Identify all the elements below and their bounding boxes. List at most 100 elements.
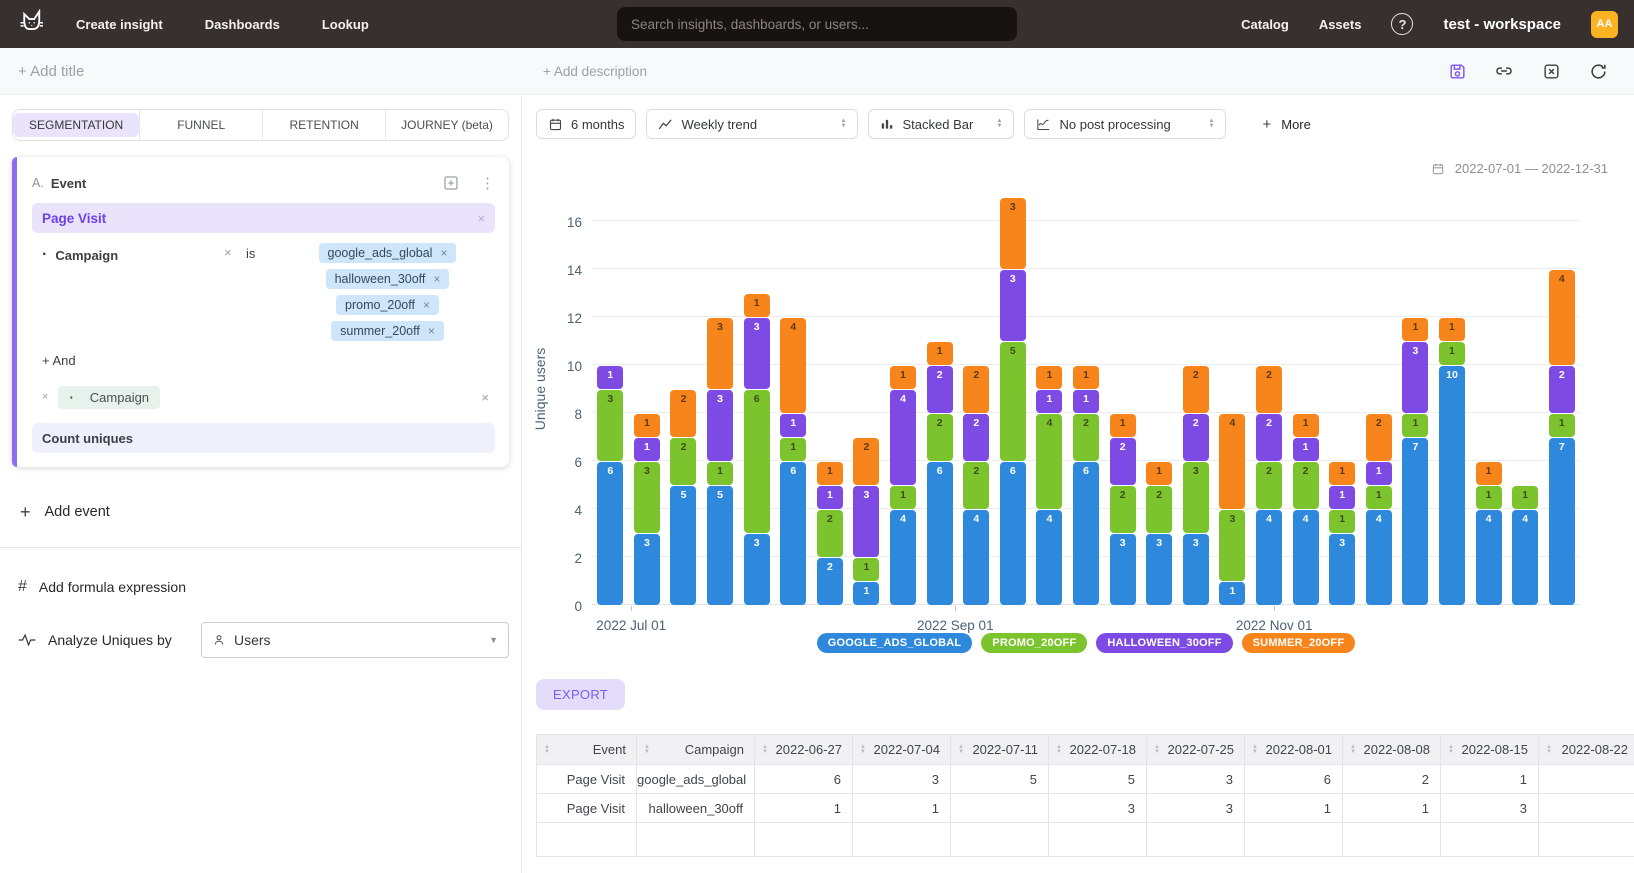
bar-segment-summer_20off: 1: [1329, 462, 1355, 485]
add-filter-icon[interactable]: [442, 174, 460, 192]
nav-dashboards[interactable]: Dashboards: [205, 17, 280, 32]
sort-icon[interactable]: [544, 745, 550, 755]
remove-event-icon[interactable]: [477, 212, 485, 225]
tab-retention[interactable]: RETENTION: [262, 110, 385, 140]
breakdown-chip[interactable]: Campaign: [58, 386, 160, 409]
column-header-2022-07-18[interactable]: 2022-07-18: [1049, 735, 1147, 765]
column-header-Campaign[interactable]: Campaign: [637, 735, 755, 765]
tab-segmentation[interactable]: SEGMENTATION: [13, 110, 139, 140]
add-description-field[interactable]: + Add description: [543, 64, 647, 79]
tab-journey[interactable]: JOURNEY (beta): [385, 110, 508, 140]
save-icon[interactable]: [1447, 61, 1467, 81]
bar-value-label: 6: [754, 392, 760, 533]
workspace-name[interactable]: test - workspace: [1443, 16, 1561, 33]
cat-logo-icon[interactable]: [16, 7, 50, 41]
avatar[interactable]: AA: [1591, 11, 1618, 38]
help-icon[interactable]: ?: [1391, 13, 1413, 35]
remove-filter-icon[interactable]: [224, 243, 246, 259]
legend-halloween-30off[interactable]: HALLOWEEN_30OFF: [1096, 633, 1232, 653]
filter-value-chip[interactable]: summer_20off: [331, 321, 444, 341]
tab-funnel[interactable]: FUNNEL: [139, 110, 262, 140]
sort-icon[interactable]: [1056, 745, 1062, 755]
remove-value-icon[interactable]: [428, 325, 435, 337]
filter-operator[interactable]: is: [246, 243, 280, 261]
column-header-2022-08-01[interactable]: 2022-08-01: [1245, 735, 1343, 765]
bar-value-label: 2: [1266, 368, 1272, 413]
bar-value-label: 4: [1047, 512, 1053, 605]
date-range-button[interactable]: 6 months: [536, 109, 636, 139]
chart-type-select[interactable]: Stacked Bar: [868, 109, 1014, 139]
column-header-2022-08-15[interactable]: 2022-08-15: [1441, 735, 1539, 765]
legend-google-ads-global[interactable]: GOOGLE_ADS_GLOBAL: [817, 633, 973, 653]
column-header-2022-07-11[interactable]: 2022-07-11: [951, 735, 1049, 765]
remove-value-icon[interactable]: [423, 299, 430, 311]
copy-link-icon[interactable]: [1494, 61, 1514, 81]
export-button[interactable]: EXPORT: [536, 679, 625, 710]
bar-value-label: 1: [1559, 416, 1565, 437]
add-formula-button[interactable]: Add formula expression: [12, 578, 509, 596]
sort-icon[interactable]: [644, 745, 650, 755]
filter-value-chip[interactable]: halloween_30off: [326, 269, 450, 289]
bar-segment-promo_20off: 1: [1329, 510, 1355, 533]
column-header-inner: 2022-07-25: [1154, 742, 1234, 757]
sort-icon[interactable]: [1252, 745, 1258, 755]
column-header-Event[interactable]: Event: [537, 735, 637, 765]
bar-segment-summer_20off: 2: [670, 390, 696, 437]
sort-icon[interactable]: [762, 745, 768, 755]
legend-summer-20off[interactable]: SUMMER_20OFF: [1242, 633, 1356, 653]
aggregation-row[interactable]: Count uniques: [32, 423, 495, 453]
table-cell: 3: [853, 765, 951, 794]
bar-value-label: 1: [900, 488, 906, 509]
bar-2022-08-15: 1132: [848, 173, 885, 605]
nav-lookup[interactable]: Lookup: [322, 17, 369, 32]
add-title-field[interactable]: + Add title: [18, 63, 84, 80]
add-event-button[interactable]: Add event: [12, 503, 509, 521]
nav-assets[interactable]: Assets: [1319, 17, 1362, 32]
sort-icon[interactable]: [1154, 745, 1160, 755]
sort-icon[interactable]: [1350, 745, 1356, 755]
chart-type-value: Stacked Bar: [902, 117, 973, 132]
sort-icon[interactable]: [958, 745, 964, 755]
sort-icon[interactable]: [860, 745, 866, 755]
kebab-menu-icon[interactable]: [480, 174, 495, 192]
filter-property[interactable]: Campaign: [55, 248, 118, 263]
column-header-inner: 2022-08-22: [1546, 742, 1628, 757]
filter-value-chip[interactable]: google_ads_global: [319, 243, 457, 263]
remove-value-icon[interactable]: [440, 247, 447, 259]
column-header-2022-08-22[interactable]: 2022-08-22: [1539, 735, 1634, 765]
bar-value-label: 4: [900, 512, 906, 605]
trend-select[interactable]: Weekly trend: [646, 109, 858, 139]
table-cell: 3: [1147, 794, 1245, 823]
nav-create-insight[interactable]: Create insight: [76, 17, 163, 32]
nav-catalog[interactable]: Catalog: [1241, 17, 1289, 32]
sort-icon[interactable]: [1546, 745, 1552, 755]
more-button[interactable]: More: [1262, 117, 1310, 132]
refresh-icon[interactable]: [1588, 61, 1608, 81]
remove-breakdown-icon[interactable]: [42, 392, 48, 403]
column-header-2022-08-08[interactable]: 2022-08-08: [1343, 735, 1441, 765]
filter-value-chip[interactable]: promo_20off: [336, 295, 439, 315]
top-nav: Create insight Dashboards Lookup Catalog…: [0, 0, 1634, 48]
close-insight-icon[interactable]: [1541, 61, 1561, 81]
remove-breakdown-row-icon[interactable]: [481, 391, 489, 404]
bar-value-label: 2: [973, 464, 979, 509]
column-header-2022-06-27[interactable]: 2022-06-27: [755, 735, 853, 765]
event-select-row[interactable]: Page Visit: [32, 203, 495, 233]
add-and-condition[interactable]: + And: [42, 353, 495, 368]
bar-2022-11-14: 3111: [1324, 173, 1361, 605]
bar-segment-promo_20off: 2: [963, 462, 989, 509]
table-cell: 1: [853, 794, 951, 823]
bar-value-label: 5: [1010, 344, 1016, 461]
column-header-2022-07-25[interactable]: 2022-07-25: [1147, 735, 1245, 765]
bar-value-label: 3: [717, 392, 723, 461]
search-input[interactable]: [617, 7, 1017, 41]
analyze-by-select[interactable]: Users: [201, 622, 509, 658]
legend-promo-20off[interactable]: PROMO_20OFF: [981, 633, 1087, 653]
bar-value-label: 3: [1156, 536, 1162, 605]
column-header-2022-07-04[interactable]: 2022-07-04: [853, 735, 951, 765]
remove-value-icon[interactable]: [433, 273, 440, 285]
bar-value-label: 1: [754, 296, 760, 317]
bar-segment-promo_20off: 2: [1256, 462, 1282, 509]
sort-icon[interactable]: [1448, 745, 1454, 755]
post-processing-select[interactable]: No post processing: [1024, 109, 1226, 139]
